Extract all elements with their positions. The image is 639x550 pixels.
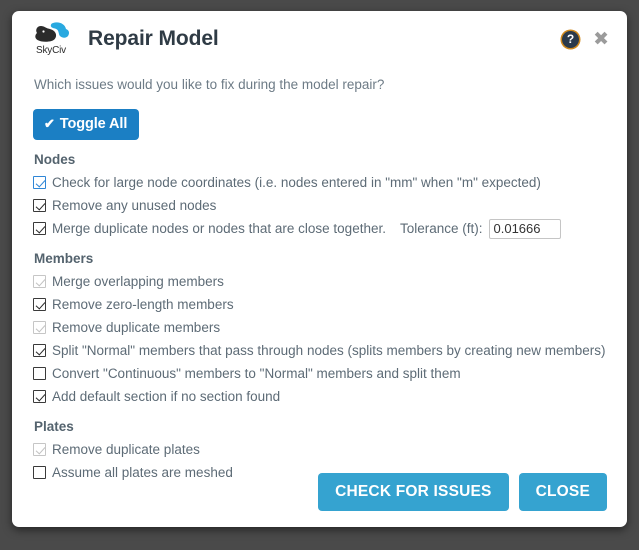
option-row: Merge overlapping members	[33, 271, 607, 292]
option-label: Check for large node coordinates (i.e. n…	[52, 175, 541, 190]
help-icon[interactable]: ?	[562, 31, 580, 48]
tolerance-label: Tolerance (ft):	[399, 221, 483, 236]
close-button[interactable]: CLOSE	[518, 473, 607, 511]
option-row: Remove any unused nodes	[33, 195, 607, 216]
option-checkbox[interactable]	[33, 222, 46, 235]
option-label: Remove zero-length members	[52, 297, 234, 312]
option-checkbox[interactable]	[33, 344, 46, 357]
toggle-all-button[interactable]: ✔ Toggle All	[33, 109, 140, 140]
option-row: Add default section if no section found	[33, 386, 607, 407]
option-checkbox[interactable]	[33, 199, 46, 212]
option-row: Convert "Continuous" members to "Normal"…	[33, 363, 607, 384]
option-checkbox[interactable]	[33, 298, 46, 311]
close-icon[interactable]: ✖	[593, 30, 609, 49]
option-checkbox	[33, 275, 46, 288]
section-title: Plates	[34, 419, 74, 434]
option-row: Check for large node coordinates (i.e. n…	[33, 172, 607, 193]
toggle-all-label: Toggle All	[59, 116, 128, 132]
skyciv-logo-mark	[35, 22, 70, 42]
header-tools: ? ✖	[562, 30, 609, 49]
options-sections: Nodes Check for large node coordinates (i…	[33, 152, 607, 483]
option-label: Merge duplicate nodes or nodes that are …	[52, 221, 386, 236]
section-title: Members	[34, 251, 94, 266]
option-label: Convert "Continuous" members to "Normal"…	[52, 366, 461, 381]
option-row: Remove duplicate members	[33, 317, 607, 338]
dialog-footer: CHECK FOR ISSUES CLOSE	[12, 457, 627, 527]
section-title: Nodes	[34, 152, 76, 167]
option-label: Remove any unused nodes	[52, 198, 217, 213]
skyciv-logo: SkyCiv	[28, 21, 74, 59]
option-row: Remove zero-length members	[33, 294, 607, 315]
section-nodes: Nodes Check for large node coordinates (i…	[33, 152, 607, 239]
option-label: Merge overlapping members	[52, 274, 224, 289]
page-title: Repair Model	[88, 27, 219, 50]
check-for-issues-button[interactable]: CHECK FOR ISSUES	[318, 473, 509, 511]
option-checkbox	[33, 321, 46, 334]
repair-model-dialog: SkyCiv Repair Model ? ✖ Which issues wou…	[12, 11, 627, 527]
option-row: Split "Normal" members that pass through…	[33, 340, 607, 361]
dialog-subtitle: Which issues would you like to fix durin…	[34, 77, 385, 92]
option-checkbox	[33, 443, 46, 456]
option-checkbox[interactable]	[33, 390, 46, 403]
check-icon: ✔	[44, 116, 55, 131]
tolerance-input[interactable]	[488, 218, 561, 239]
option-checkbox[interactable]	[33, 367, 46, 380]
option-label: Split "Normal" members that pass through…	[52, 343, 606, 358]
option-checkbox[interactable]	[33, 176, 46, 189]
section-members: Members Merge overlapping members Remove z…	[33, 251, 607, 407]
skyciv-logo-text: SkyCiv	[36, 45, 66, 56]
option-row: Merge duplicate nodes or nodes that are …	[33, 218, 607, 239]
option-label: Add default section if no section found	[52, 389, 281, 404]
dialog-body: Which issues would you like to fix durin…	[12, 63, 627, 483]
option-label: Remove duplicate members	[52, 320, 221, 335]
dialog-header: SkyCiv Repair Model ? ✖	[12, 11, 627, 63]
option-label: Remove duplicate plates	[52, 442, 200, 457]
